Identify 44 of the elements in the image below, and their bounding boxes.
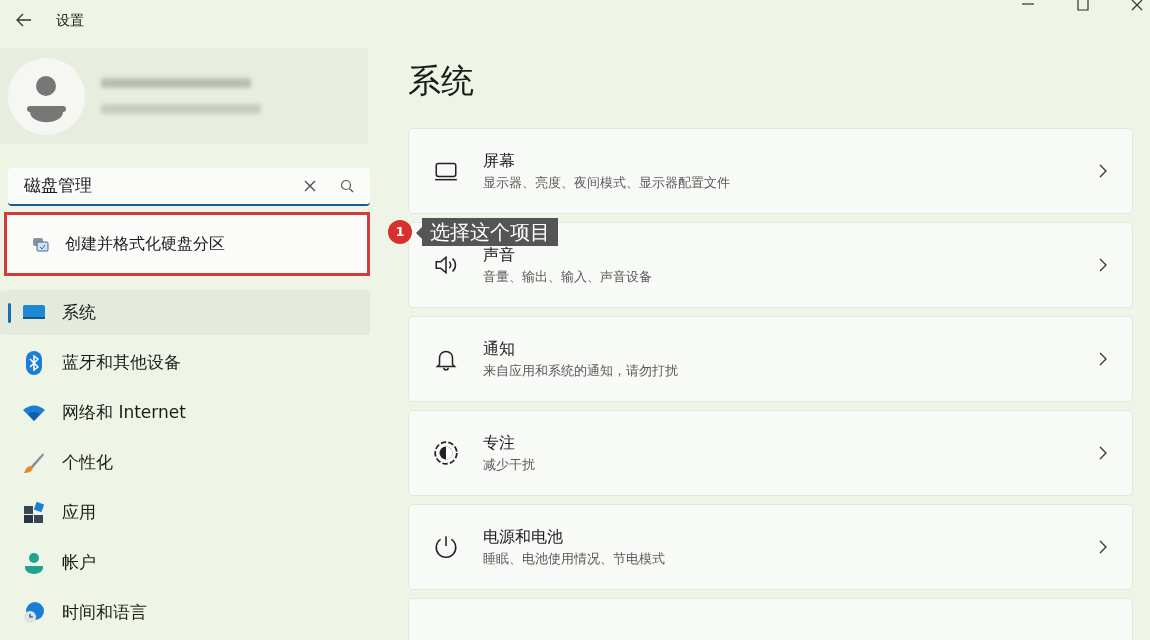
- apps-icon: [22, 500, 46, 525]
- settings-card[interactable]: 屏幕 显示器、亮度、夜间模式、显示器配置文件: [408, 127, 1133, 214]
- globe-clock-icon: [22, 600, 46, 625]
- sidebar-item[interactable]: 系统: [0, 290, 370, 335]
- search-result[interactable]: 创建并格式化硬盘分区: [4, 212, 370, 276]
- settings-card[interactable]: 专注 减少干扰: [408, 409, 1133, 496]
- person-icon: [22, 550, 46, 575]
- step-number-badge: 1: [388, 220, 412, 244]
- card-description: 减少干扰: [483, 455, 536, 474]
- chevron-right-icon: [1098, 445, 1108, 460]
- sidebar-item[interactable]: 个性化: [0, 440, 370, 485]
- chevron-right-icon: [1098, 539, 1108, 554]
- focus-icon: [433, 439, 459, 466]
- card-description: 音量、输出、输入、声音设备: [483, 267, 653, 286]
- sidebar-item[interactable]: 应用: [0, 490, 370, 535]
- tooltip-pointer: [416, 227, 422, 239]
- window-title: 设置: [56, 10, 84, 30]
- sidebar-item[interactable]: 网络和 Internet: [0, 390, 370, 435]
- settings-card[interactable]: 电源和电池 睡眠、电池使用情况、节电模式: [408, 503, 1133, 590]
- card-title: 专注: [483, 431, 516, 454]
- sidebar-item[interactable]: 时间和语言: [0, 590, 370, 635]
- card-title: 声音: [483, 243, 516, 266]
- card-description: 睡眠、电池使用情况、节电模式: [483, 549, 666, 568]
- sidebar-item[interactable]: 帐户: [0, 540, 370, 585]
- clear-icon[interactable]: [304, 180, 316, 192]
- card-description: 显示器、亮度、夜间模式、显示器配置文件: [483, 173, 731, 192]
- close-icon[interactable]: [1130, 0, 1144, 12]
- card-title: 电源和电池: [483, 525, 564, 548]
- chevron-right-icon: [1098, 257, 1108, 272]
- power-icon: [433, 533, 459, 560]
- chevron-right-icon: [1098, 163, 1108, 178]
- card-description: 来自应用和系统的通知，请勿打扰: [483, 361, 679, 380]
- card-title: 通知: [483, 337, 516, 360]
- search-field[interactable]: 磁盘管理: [8, 168, 370, 206]
- sidebar-item[interactable]: 蓝牙和其他设备: [0, 340, 370, 385]
- back-arrow-icon[interactable]: [16, 13, 32, 27]
- settings-card[interactable]: 通知 来自应用和系统的通知，请勿打扰: [408, 315, 1133, 402]
- disk-icon: [31, 235, 49, 253]
- chevron-right-icon: [1098, 351, 1108, 366]
- page-title: 系统: [408, 60, 475, 102]
- maximize-icon[interactable]: [1076, 0, 1090, 12]
- card-title: 屏幕: [483, 149, 516, 172]
- profile-panel[interactable]: [0, 48, 368, 144]
- search-icon[interactable]: [340, 179, 354, 193]
